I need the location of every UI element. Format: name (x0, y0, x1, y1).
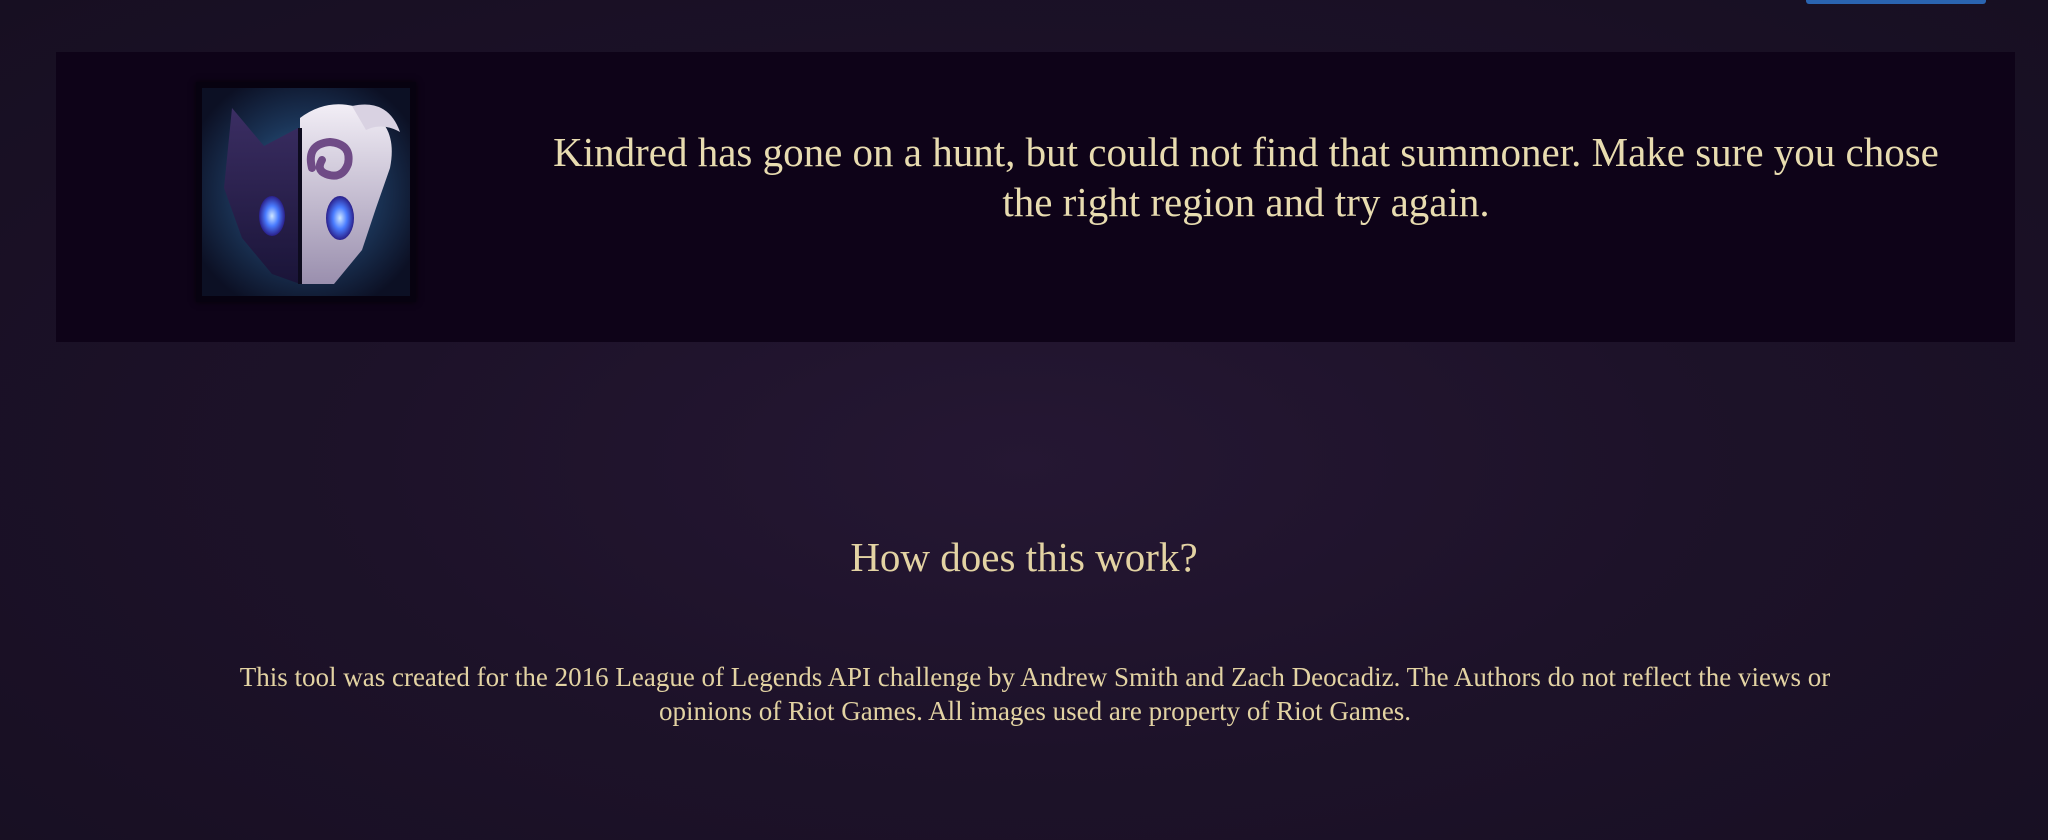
description-text: This tool was created for the 2016 Leagu… (239, 662, 1831, 726)
top-button[interactable] (1806, 0, 1986, 4)
section-title: How does this work? (850, 534, 1198, 580)
kindred-icon (202, 88, 410, 296)
kindred-portrait (196, 82, 416, 302)
error-panel: Kindred has gone on a hunt, but could no… (56, 52, 2015, 342)
error-message: Kindred has gone on a hunt, but could no… (553, 129, 1939, 225)
